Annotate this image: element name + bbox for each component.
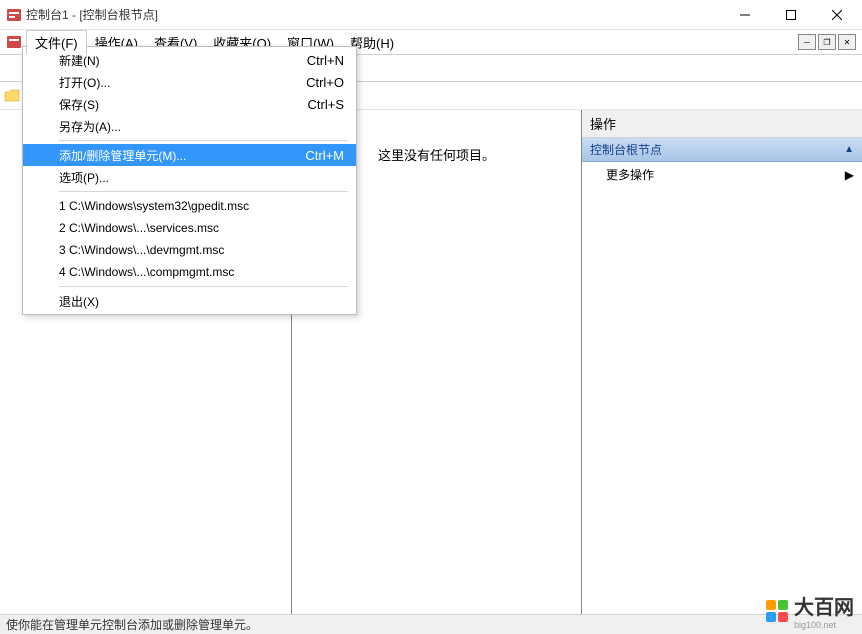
app-icon <box>6 7 22 23</box>
menu-separator <box>59 286 348 287</box>
statusbar-text: 使你能在管理单元控制台添加或删除管理单元。 <box>6 616 258 633</box>
chevron-right-icon: ▶ <box>845 168 854 182</box>
menu-item-label: 添加/删除管理单元(M)... <box>59 147 186 164</box>
menu-item-label: 2 C:\Windows\...\services.msc <box>59 221 219 235</box>
mdi-restore-button[interactable]: ❐ <box>818 34 836 50</box>
menu-item-shortcut: Ctrl+N <box>307 53 344 68</box>
menu-saveas[interactable]: 另存为(A)... <box>23 115 356 137</box>
menu-recent-1[interactable]: 1 C:\Windows\system32\gpedit.msc <box>23 195 356 217</box>
mdi-controls: ─ ❐ ✕ <box>798 34 860 50</box>
maximize-button[interactable] <box>768 0 814 30</box>
mdi-minimize-button[interactable]: ─ <box>798 34 816 50</box>
watermark-text: 大百网 <box>794 591 854 620</box>
actions-more[interactable]: 更多操作 ▶ <box>582 162 862 187</box>
menu-recent-4[interactable]: 4 C:\Windows\...\compmgmt.msc <box>23 261 356 283</box>
menu-separator <box>59 140 348 141</box>
menu-item-label: 3 C:\Windows\...\devmgmt.msc <box>59 243 224 257</box>
watermark-sub: big100.net <box>794 620 854 630</box>
actions-item-label: 更多操作 <box>606 166 654 183</box>
menu-recent-3[interactable]: 3 C:\Windows\...\devmgmt.msc <box>23 239 356 261</box>
watermark: 大百网 big100.net <box>766 591 854 630</box>
empty-message: 这里没有任何项目。 <box>378 145 495 164</box>
menu-save[interactable]: 保存(S) Ctrl+S <box>23 93 356 115</box>
menubar-icon <box>6 34 22 50</box>
menu-item-label: 1 C:\Windows\system32\gpedit.msc <box>59 199 249 213</box>
menu-add-remove-snapin[interactable]: 添加/删除管理单元(M)... Ctrl+M <box>23 144 356 166</box>
menu-item-label: 4 C:\Windows\...\compmgmt.msc <box>59 265 234 279</box>
watermark-logo-icon <box>766 600 788 622</box>
menu-options[interactable]: 选项(P)... <box>23 166 356 188</box>
actions-header: 操作 <box>582 110 862 138</box>
actions-section-root[interactable]: 控制台根节点 ▲ <box>582 138 862 162</box>
collapse-icon: ▲ <box>844 144 854 155</box>
statusbar: 使你能在管理单元控制台添加或删除管理单元。 <box>0 614 862 634</box>
window-title: 控制台1 - [控制台根节点] <box>26 6 158 23</box>
actions-pane: 操作 控制台根节点 ▲ 更多操作 ▶ <box>582 110 862 628</box>
close-button[interactable] <box>814 0 860 30</box>
menu-item-label: 选项(P)... <box>59 169 109 186</box>
menu-item-label: 保存(S) <box>59 96 99 113</box>
menu-item-label: 退出(X) <box>59 293 99 310</box>
menu-separator <box>59 191 348 192</box>
menu-item-label: 打开(O)... <box>59 74 110 91</box>
menu-file[interactable]: 文件(F) <box>26 30 87 55</box>
menu-recent-2[interactable]: 2 C:\Windows\...\services.msc <box>23 217 356 239</box>
menu-exit[interactable]: 退出(X) <box>23 290 356 312</box>
minimize-button[interactable] <box>722 0 768 30</box>
window-titlebar: 控制台1 - [控制台根节点] <box>0 0 862 30</box>
menu-item-shortcut: Ctrl+S <box>308 97 344 112</box>
file-menu-dropdown: 新建(N) Ctrl+N 打开(O)... Ctrl+O 保存(S) Ctrl+… <box>22 46 357 315</box>
actions-section-label: 控制台根节点 <box>590 141 662 158</box>
menu-item-shortcut: Ctrl+M <box>305 148 344 163</box>
mdi-close-button[interactable]: ✕ <box>838 34 856 50</box>
menu-open[interactable]: 打开(O)... Ctrl+O <box>23 71 356 93</box>
folder-icon <box>4 89 20 103</box>
window-controls <box>722 0 860 30</box>
menu-item-shortcut: Ctrl+O <box>306 75 344 90</box>
menu-item-label: 另存为(A)... <box>59 118 121 135</box>
